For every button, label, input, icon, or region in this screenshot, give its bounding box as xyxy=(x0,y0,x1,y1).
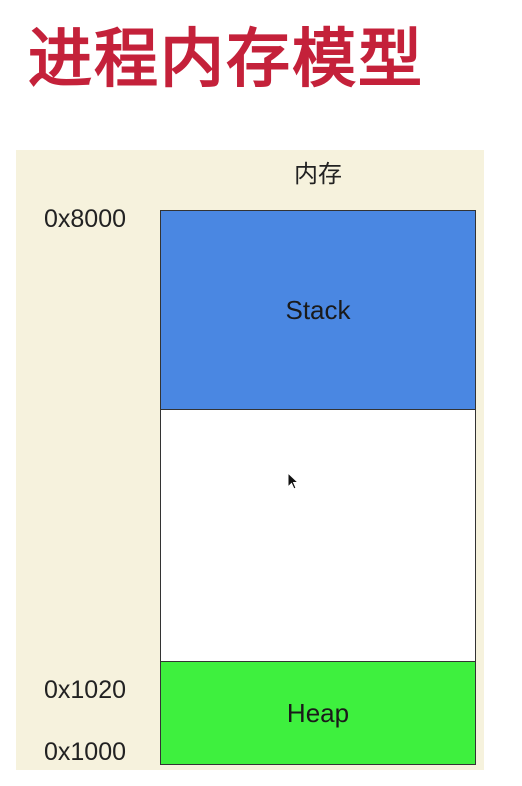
stack-label: Stack xyxy=(285,294,351,325)
address-bottom: 0x1000 xyxy=(44,738,127,766)
address-top: 0x8000 xyxy=(44,205,127,233)
mouse-pointer-icon xyxy=(287,472,299,490)
free-region xyxy=(160,409,476,662)
address-heap-top: 0x1020 xyxy=(44,676,127,704)
page-title: 进程内存模型 xyxy=(28,23,424,97)
memory-label: 内存 xyxy=(294,160,342,188)
heap-region: Heap xyxy=(160,661,476,765)
stack-region: Stack xyxy=(160,210,476,410)
heap-label: Heap xyxy=(286,697,350,728)
